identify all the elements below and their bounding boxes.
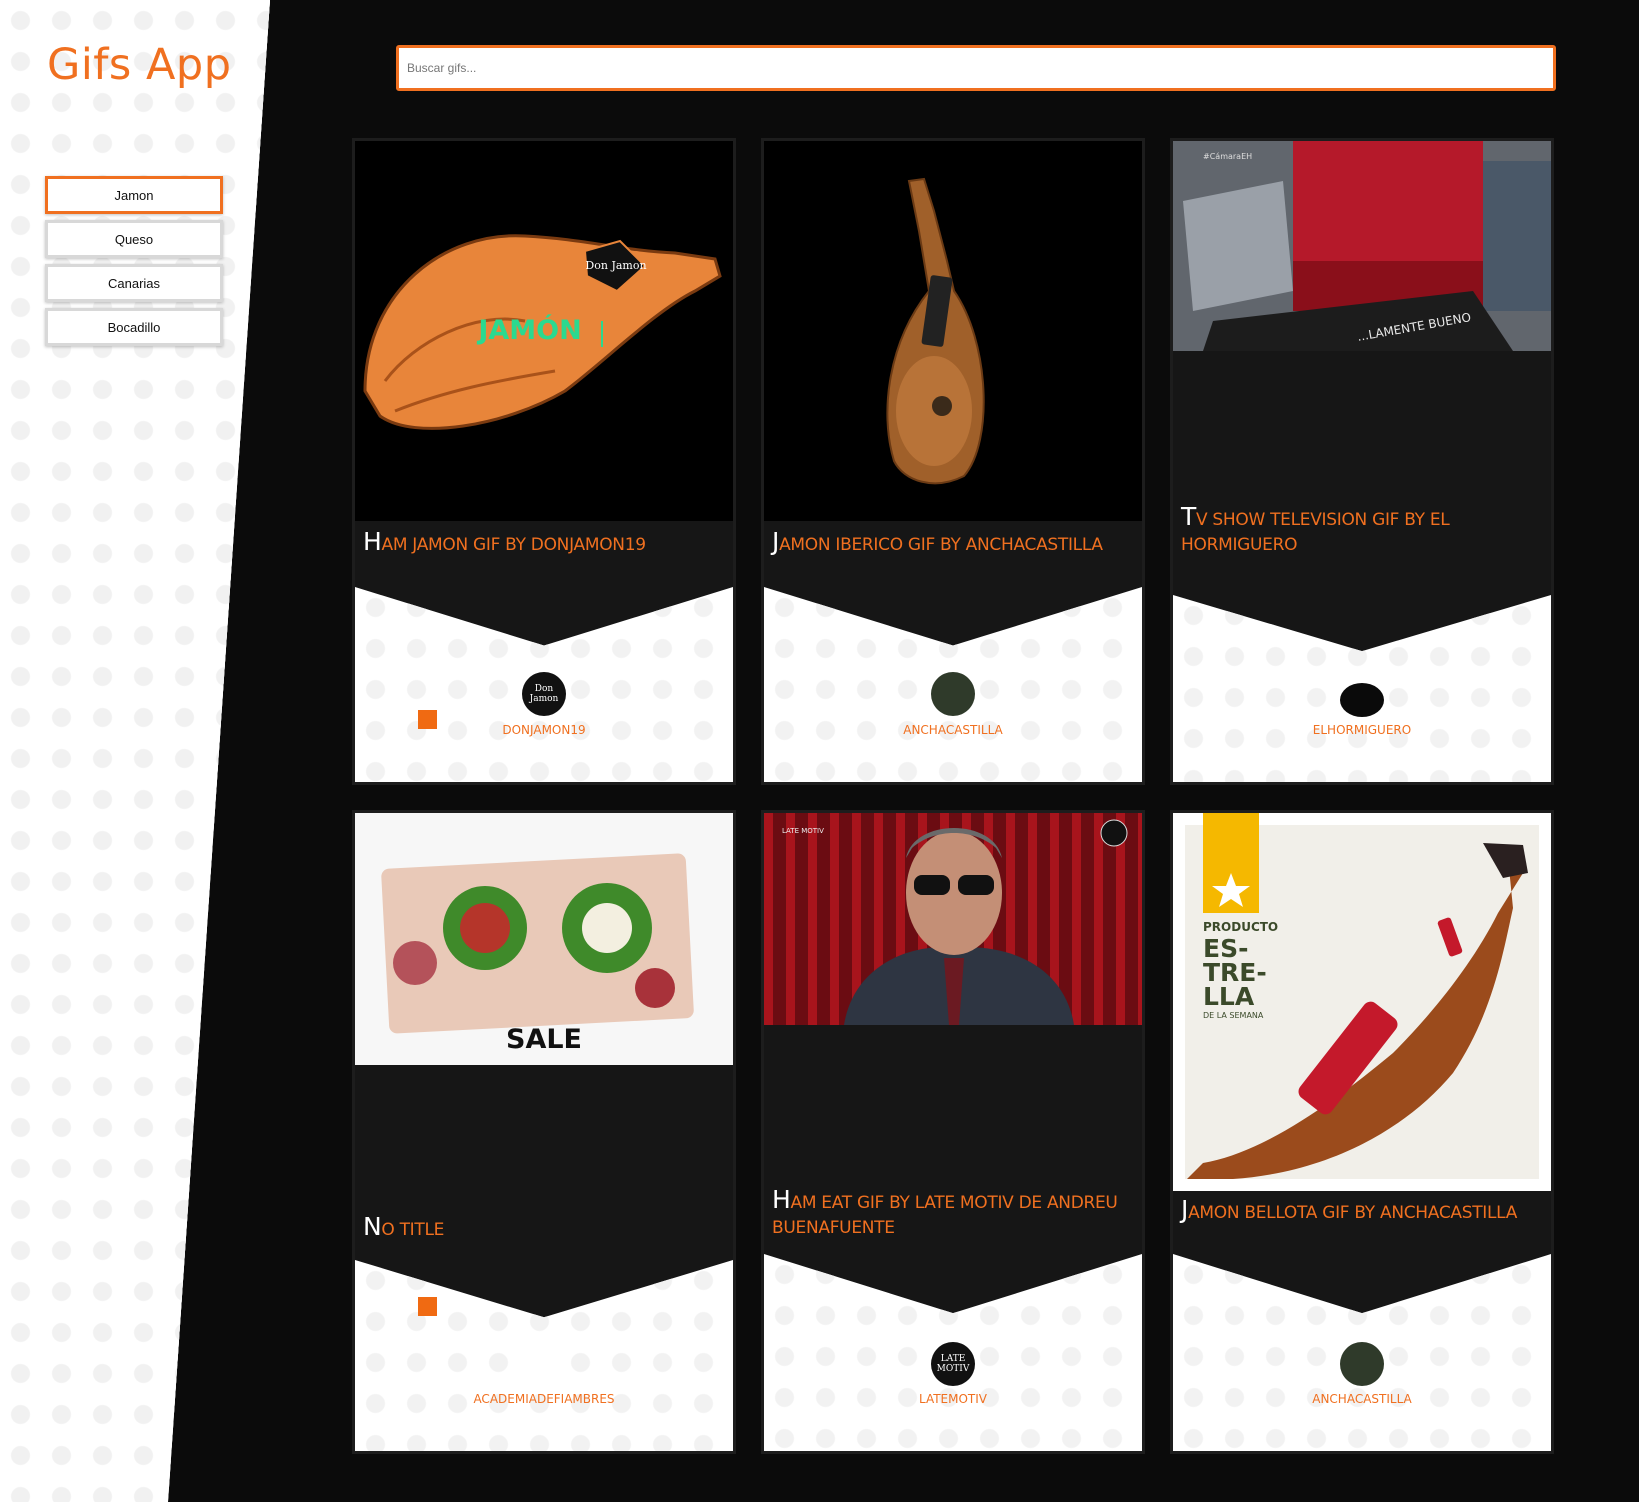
gif-image-text: #CámaraEH xyxy=(1203,152,1252,161)
gif-card[interactable]: PRODUCTO ES- TRE- LLA DE LA SEMANA Jamon… xyxy=(1170,810,1554,1454)
gif-username[interactable]: ANCHACASTILLA xyxy=(764,723,1142,737)
category-button-canarias[interactable]: Canarias xyxy=(45,264,223,302)
category-button-bocadillo[interactable]: Bocadillo xyxy=(45,308,223,346)
gif-image-text: JAMÓN xyxy=(476,314,581,346)
gif-title: Jamon Iberico GIF by anchacastilla xyxy=(772,527,1103,556)
sidebar: Gifs App Jamon Queso Canarias Bocadillo xyxy=(0,0,270,1502)
gif-title: Tv Show Television GIF by El Hormiguero xyxy=(1181,502,1450,555)
gif-image-text: SALE xyxy=(506,1024,582,1055)
tv-studio-image: #CámaraEH ...LAMENTE BUENO xyxy=(1173,141,1551,351)
promo-text-5: DE LA SEMANA xyxy=(1203,1011,1264,1020)
gif-card[interactable]: #CámaraEH ...LAMENTE BUENO Tv Show Telev… xyxy=(1170,138,1554,785)
category-list: Jamon Queso Canarias Bocadillo xyxy=(45,176,223,352)
gif-card-footer: ANCHACASTILLA xyxy=(1173,1254,1551,1451)
avatar xyxy=(931,672,975,716)
search-input[interactable] xyxy=(396,45,1556,91)
avatar: LATE MOTIV xyxy=(931,1342,975,1386)
iberico-ham-image xyxy=(886,177,985,485)
gif-title: Jamon Bellota GIF by anchacastilla xyxy=(1181,1195,1518,1224)
gif-username[interactable]: DONJAMON19 xyxy=(355,723,733,737)
gif-card-footer: Don Jamon DONJAMON19 xyxy=(355,587,733,782)
category-button-jamon[interactable]: Jamon xyxy=(45,176,223,214)
gif-title: Ham Jamon GIF by DonJamon19 xyxy=(363,527,646,556)
app-title: Gifs App xyxy=(47,40,232,90)
gif-card-footer: ACADEMIADEFIAMBRES xyxy=(355,1260,733,1451)
gif-image[interactable]: LATE MOTIV xyxy=(764,813,1142,1025)
gif-image[interactable] xyxy=(764,141,1142,521)
decor-square xyxy=(418,1297,437,1316)
gif-image[interactable]: #CámaraEH ...LAMENTE BUENO xyxy=(1173,141,1551,351)
ham-illustration: Don Jamon JAMÓN xyxy=(363,234,722,430)
brand-badge-text: Don Jamon xyxy=(585,259,646,272)
gif-card-footer: ANCHACASTILLA xyxy=(764,587,1142,782)
gif-image[interactable]: Don Jamon JAMÓN xyxy=(355,141,733,521)
gif-card[interactable]: LATE MOTIV Ham Eat GIF by Late Motiv de … xyxy=(761,810,1145,1454)
promo-text-4: LLA xyxy=(1203,982,1255,1011)
gif-username[interactable]: ANCHACASTILLA xyxy=(1173,1392,1551,1406)
charcuterie-board-image: SALE xyxy=(355,813,733,1065)
gif-image[interactable]: PRODUCTO ES- TRE- LLA DE LA SEMANA xyxy=(1173,813,1551,1191)
gif-title: No title xyxy=(363,1212,445,1241)
avatar xyxy=(522,1342,566,1386)
gif-card-footer: LATE MOTIV LATEMOTIV xyxy=(764,1254,1142,1451)
avatar: Don Jamon xyxy=(522,672,566,716)
gif-image-text: LATE MOTIV xyxy=(782,827,824,835)
gif-title: Ham Eat GIF by Late Motiv de Andreu Buen… xyxy=(772,1185,1118,1238)
gif-card-footer: ELHORMIGUERO xyxy=(1173,595,1551,782)
gif-username[interactable]: ACADEMIADEFIAMBRES xyxy=(355,1392,733,1406)
gif-username[interactable]: LATEMOTIV xyxy=(764,1392,1142,1406)
gif-card[interactable]: SALE No title ACADEMIADEFIAMBRES xyxy=(352,810,736,1454)
bellota-ham-image: PRODUCTO ES- TRE- LLA DE LA SEMANA xyxy=(1185,813,1539,1179)
avatar xyxy=(1340,1342,1384,1386)
category-button-queso[interactable]: Queso xyxy=(45,220,223,258)
gif-image[interactable]: SALE xyxy=(355,813,733,1065)
gif-grid: Don Jamon JAMÓN Ham Jamon GIF by DonJamo… xyxy=(352,138,1556,1454)
gif-card[interactable]: Jamon Iberico GIF by anchacastilla ANCHA… xyxy=(761,138,1145,785)
avatar xyxy=(1340,683,1384,717)
late-motiv-host-image: LATE MOTIV xyxy=(764,813,1142,1025)
gif-username[interactable]: ELHORMIGUERO xyxy=(1173,723,1551,737)
promo-text-1: PRODUCTO xyxy=(1203,920,1278,934)
gif-card[interactable]: Don Jamon JAMÓN Ham Jamon GIF by DonJamo… xyxy=(352,138,736,785)
